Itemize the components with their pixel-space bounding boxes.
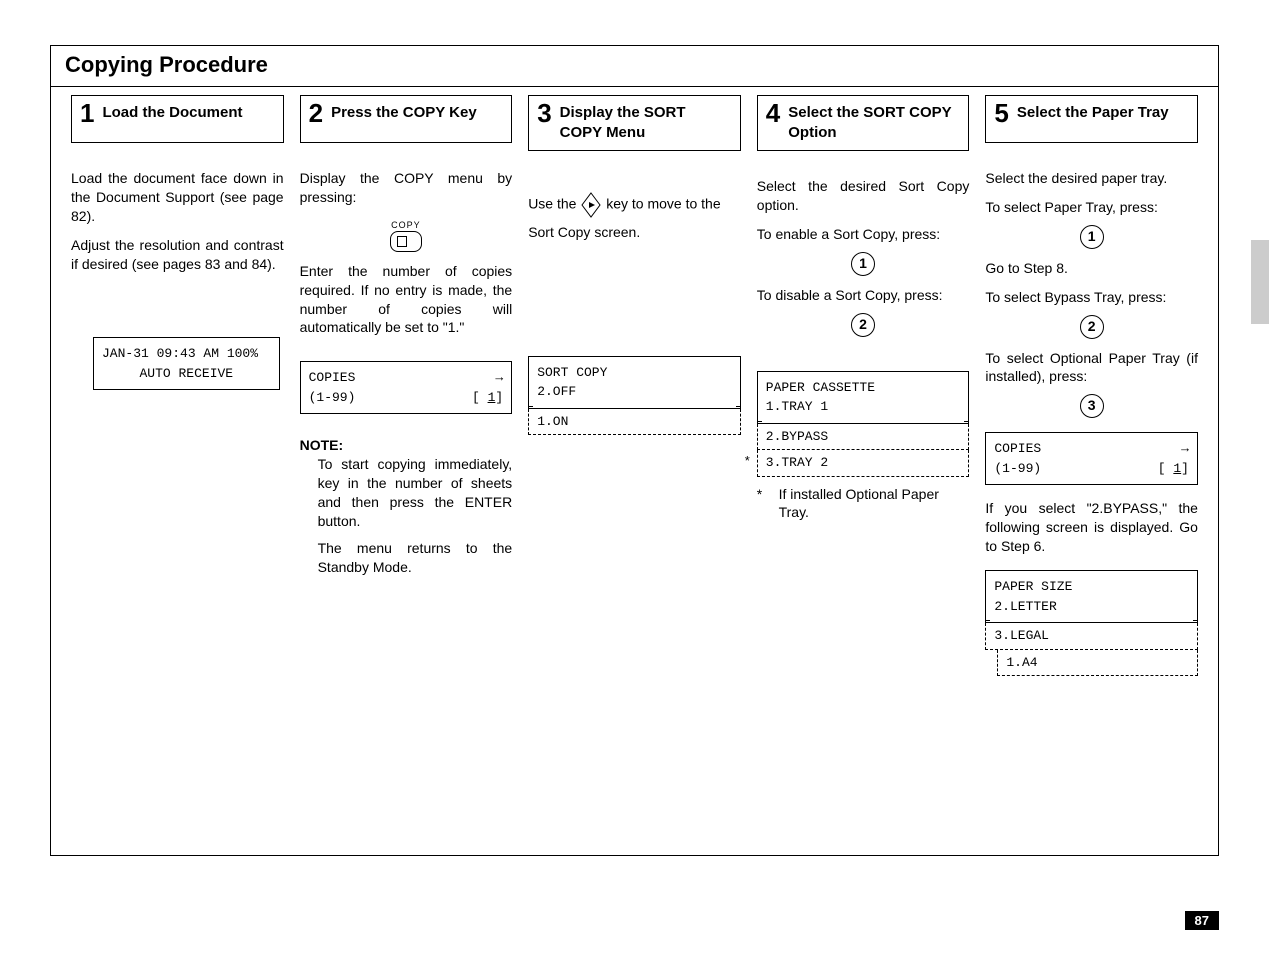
lcd-line: 2.BYPASS: [766, 429, 828, 444]
step-1-text-1: Load the document face down in the Docum…: [71, 169, 284, 226]
note-text-1: To start copying immediately, key in the…: [318, 455, 513, 531]
lcd-display-cassette: PAPER CASSETTE 1.TRAY 1: [757, 371, 970, 424]
lcd-line: →: [1181, 439, 1189, 459]
step-3-text-2: Sort Copy screen.: [528, 223, 741, 242]
lcd-line: (1-99): [994, 459, 1041, 479]
page-number: 87: [1185, 911, 1219, 930]
lcd-line: JAN-31 09:43 AM 100%: [102, 344, 258, 364]
step-5-column: 5 Select the Paper Tray Select the desir…: [977, 95, 1206, 855]
keypad-1-icon: 1: [1080, 225, 1104, 249]
lcd-line: PAPER SIZE: [994, 577, 1072, 597]
lcd-display-standby: JAN-31 09:43 AM 100% AUTO RECEIVE: [93, 337, 280, 390]
lcd-display-papersize: PAPER SIZE 2.LETTER: [985, 570, 1198, 623]
lcd-ext-line: 1.A4: [997, 650, 1198, 677]
lcd-ext-line: 1.ON: [528, 409, 741, 436]
step-number: 1: [80, 100, 94, 126]
lcd-line: [ 1]: [1158, 459, 1189, 479]
lcd-line: COPIES: [994, 439, 1041, 459]
step-number: 4: [766, 100, 780, 126]
step-title: Press the COPY Key: [331, 100, 477, 123]
lcd-line: [ 1]: [472, 388, 503, 408]
step-5-text-2: To select Paper Tray, press:: [985, 198, 1198, 217]
step-4-text-1: Select the desired Sort Copy option.: [757, 177, 970, 215]
lcd-line: (1-99): [309, 388, 356, 408]
lcd-line: 2.LETTER: [994, 597, 1056, 617]
step-3-text-1: Use the key to move to the: [528, 191, 741, 219]
footnote-text: If installed Optional Paper Tray.: [779, 485, 970, 523]
copy-key-label: COPY: [391, 220, 421, 230]
step-5-text-6: If you select "2.BYPASS," the following …: [985, 499, 1198, 556]
step-4-column: 4 Select the SORT COPY Option Select the…: [749, 95, 978, 855]
lcd-ext-line: 3.LEGAL: [985, 623, 1198, 650]
lcd-display-sortcopy: SORT COPY 2.OFF: [528, 356, 741, 409]
note-label: NOTE:: [300, 437, 344, 453]
lcd-line: AUTO RECEIVE: [139, 364, 233, 384]
step-2-text-2: Enter the number of copies required. If …: [300, 262, 513, 338]
lcd-line: SORT COPY: [537, 363, 607, 383]
section-tab: [1251, 240, 1269, 324]
step-4-header: 4 Select the SORT COPY Option: [757, 95, 970, 151]
step-title: Select the Paper Tray: [1017, 100, 1169, 123]
step-5-header: 5 Select the Paper Tray: [985, 95, 1198, 143]
lcd-ext-line: 3.TRAY 2: [757, 450, 970, 477]
footnote-marker: *: [745, 453, 750, 468]
step-title: Select the SORT COPY Option: [788, 100, 960, 142]
step-2-header: 2 Press the COPY Key: [300, 95, 513, 143]
step-1-column: 1 Load the Document Load the document fa…: [63, 95, 292, 855]
lcd-display-copies-2: COPIES → (1-99) [ 1]: [985, 432, 1198, 485]
lcd-line: 3.TRAY 2: [766, 455, 828, 470]
keypad-2-icon: 2: [1080, 315, 1104, 339]
step-1-text-2: Adjust the resolution and contrast if de…: [71, 236, 284, 274]
keypad-2-icon: 2: [851, 313, 875, 337]
step-number: 5: [994, 100, 1008, 126]
step-4-text-2: To enable a Sort Copy, press:: [757, 225, 970, 244]
step-title: Display the SORT COPY Menu: [560, 100, 732, 142]
lcd-line: 1.ON: [537, 414, 568, 429]
note-text-2: The menu returns to the Standby Mode.: [318, 539, 513, 577]
lcd-line: 3.LEGAL: [994, 628, 1049, 643]
lcd-line: 1.TRAY 1: [766, 397, 828, 417]
step-2-column: 2 Press the COPY Key Display the COPY me…: [292, 95, 521, 855]
lcd-line: 1.A4: [1006, 655, 1037, 670]
footnote-star: *: [757, 485, 767, 523]
step-4-text-3: To disable a Sort Copy, press:: [757, 286, 970, 305]
copy-key-icon: COPY: [300, 215, 513, 252]
step-3-header: 3 Display the SORT COPY Menu: [528, 95, 741, 151]
step-5-text-5: To select Optional Paper Tray (if instal…: [985, 349, 1198, 387]
step-title: Load the Document: [102, 100, 242, 123]
right-arrow-key-icon: [580, 191, 602, 219]
note-block: NOTE: To start copying immediately, key …: [300, 436, 513, 584]
lcd-line: →: [495, 368, 503, 388]
step-5-text-3: Go to Step 8.: [985, 259, 1198, 278]
lcd-display-copies: COPIES → (1-99) [ 1]: [300, 361, 513, 414]
step-1-header: 1 Load the Document: [71, 95, 284, 143]
procedure-frame: Copying Procedure 1 Load the Document Lo…: [50, 45, 1219, 856]
step-5-text-1: Select the desired paper tray.: [985, 169, 1198, 188]
footnote: * If installed Optional Paper Tray.: [757, 485, 970, 523]
lcd-line: 2.OFF: [537, 382, 576, 402]
step-number: 2: [309, 100, 323, 126]
keypad-3-icon: 3: [1080, 394, 1104, 418]
keypad-1-icon: 1: [851, 252, 875, 276]
lcd-line: COPIES: [309, 368, 356, 388]
section-title: Copying Procedure: [51, 46, 1218, 87]
lcd-line: PAPER CASSETTE: [766, 378, 875, 398]
step-2-text-1: Display the COPY menu by pressing:: [300, 169, 513, 207]
step-number: 3: [537, 100, 551, 126]
lcd-ext-line: 2.BYPASS: [757, 424, 970, 451]
step-5-text-4: To select Bypass Tray, press:: [985, 288, 1198, 307]
step-3-column: 3 Display the SORT COPY Menu Use the key…: [520, 95, 749, 855]
